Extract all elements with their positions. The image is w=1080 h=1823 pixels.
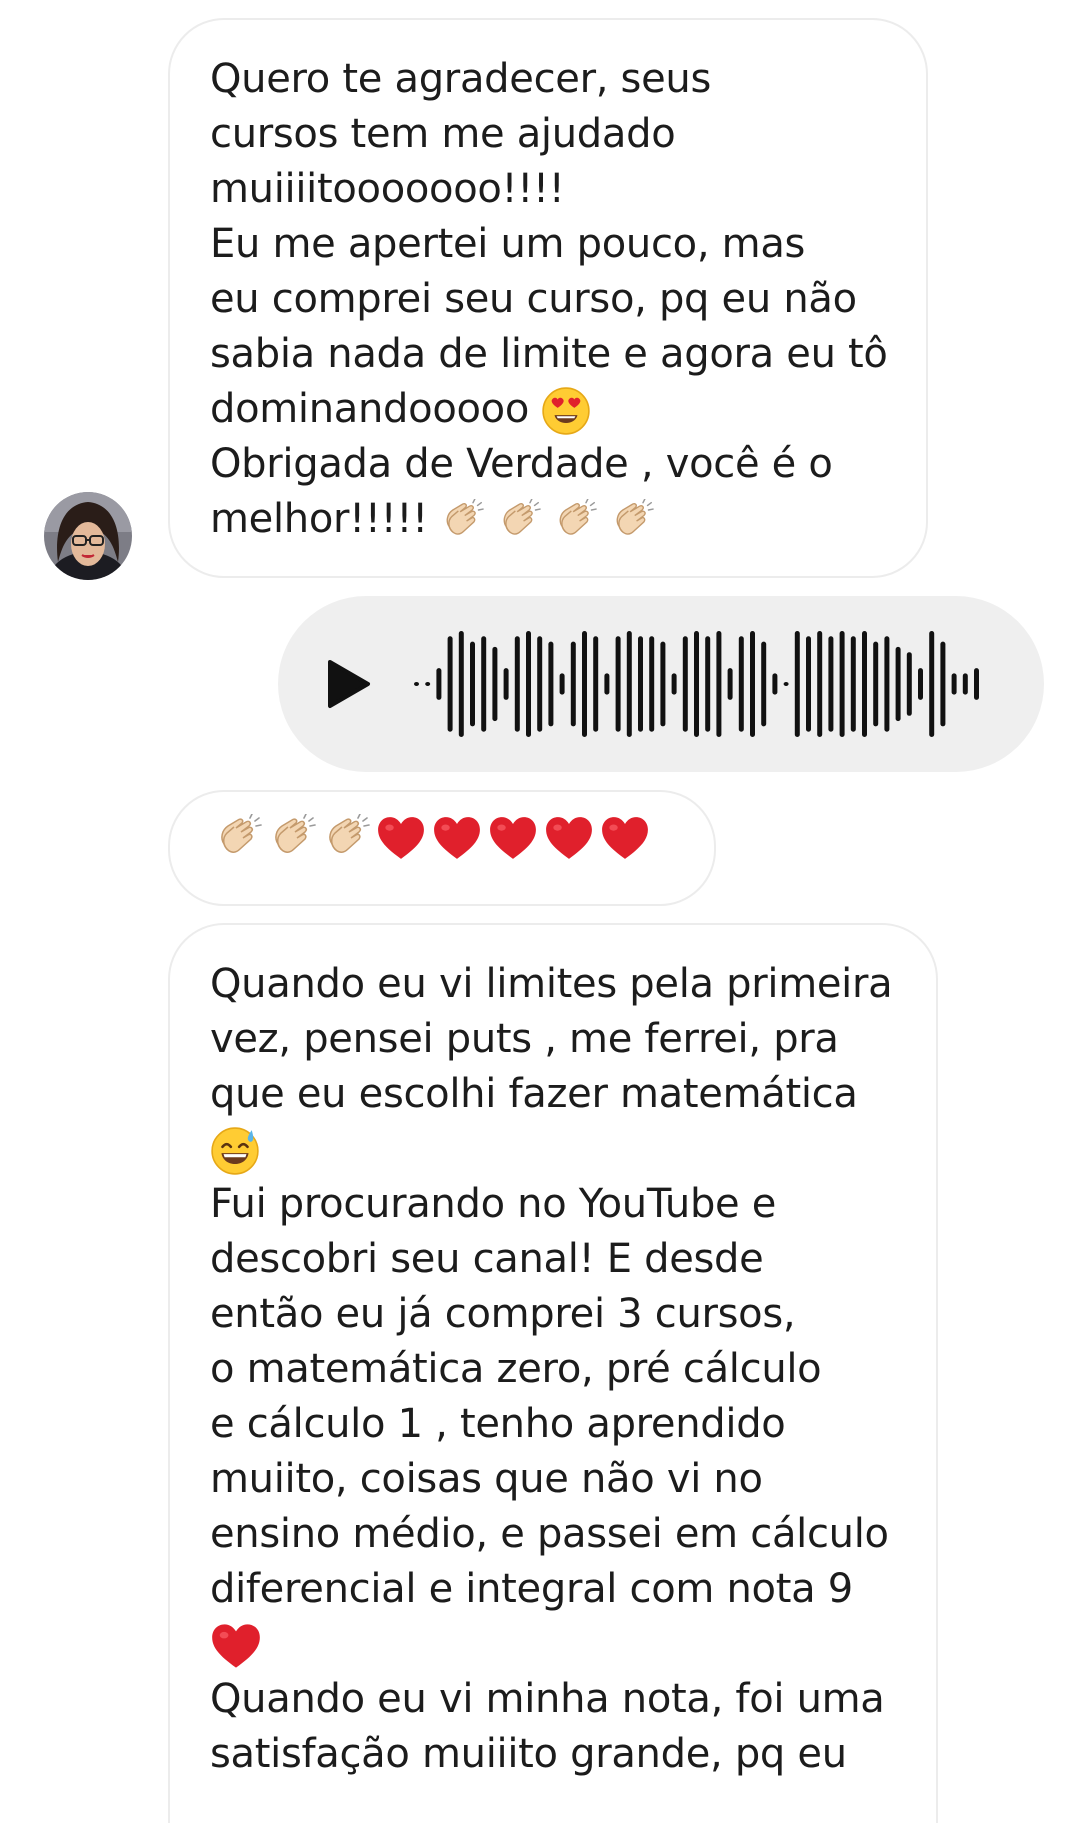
waveform-bar xyxy=(492,646,498,722)
waveform-bar xyxy=(929,631,935,737)
waveform-bar xyxy=(918,668,923,700)
message-text: Quando eu vi limites pela primeira vez, … xyxy=(210,961,893,1777)
waveform-bar xyxy=(559,673,565,695)
waveform-bar xyxy=(615,636,621,732)
waveform-bar xyxy=(604,673,610,695)
waveform-bar xyxy=(884,636,890,732)
waveform-bar xyxy=(470,641,475,727)
red-heart-icon xyxy=(600,815,650,861)
clapping-hands-icon xyxy=(553,499,597,543)
message-text: Quero te agradecer, seus cursos tem me a… xyxy=(210,56,888,543)
waveform-bar xyxy=(862,631,867,737)
clapping-hands-icon xyxy=(440,499,484,543)
emoji-row xyxy=(214,814,714,862)
waveform-bar xyxy=(839,631,845,737)
red-heart-icon xyxy=(544,815,594,861)
waveform-bar xyxy=(817,631,823,737)
clapping-hands-icon xyxy=(497,499,541,543)
waveform-bar xyxy=(940,641,946,727)
waveform-bar xyxy=(783,682,789,686)
clapping-hands-icon xyxy=(610,499,654,543)
waveform-bar xyxy=(548,641,554,727)
waveform-bar xyxy=(750,631,755,737)
waveform-bar xyxy=(682,636,688,732)
incoming-message-bubble[interactable] xyxy=(168,790,716,906)
waveform-bar xyxy=(526,631,531,737)
waveform-bar xyxy=(660,641,666,727)
waveform-bar xyxy=(458,631,464,737)
waveform-bar xyxy=(514,636,520,732)
incoming-message-bubble[interactable]: Quero te agradecer, seus cursos tem me a… xyxy=(168,18,928,578)
audio-waveform[interactable] xyxy=(408,626,1008,742)
red-heart-icon xyxy=(432,815,482,861)
waveform-bar xyxy=(761,641,767,727)
waveform-bar xyxy=(425,682,431,686)
waveform-bar xyxy=(850,636,856,732)
waveform-bar xyxy=(649,636,655,732)
waveform-bar xyxy=(974,668,979,700)
waveform-bar xyxy=(873,641,879,727)
waveform-bar xyxy=(951,673,957,695)
waveform-bar xyxy=(906,652,912,716)
waveform-bar xyxy=(638,636,643,732)
waveform-bar xyxy=(772,673,778,695)
waveform-bar xyxy=(694,631,699,737)
waveform-bar xyxy=(582,631,587,737)
waveform-bar xyxy=(671,673,677,695)
waveform-bar xyxy=(503,668,509,700)
red-heart-icon xyxy=(488,815,538,861)
clapping-hands-icon xyxy=(322,814,370,862)
heart-eyes-icon xyxy=(541,386,591,436)
waveform-bar xyxy=(705,636,711,732)
clapping-hands-icon xyxy=(214,814,262,862)
waveform-bar xyxy=(716,631,722,737)
waveform-bar xyxy=(570,641,576,727)
waveform-bar xyxy=(962,673,968,695)
waveform-bar xyxy=(436,668,442,700)
waveform-bar xyxy=(828,636,834,732)
waveform-bar xyxy=(481,636,487,732)
red-heart-icon xyxy=(210,1622,262,1670)
waveform-bar xyxy=(626,631,632,737)
waveform-bar xyxy=(414,682,419,686)
waveform-bar xyxy=(738,636,744,732)
red-heart-icon xyxy=(376,815,426,861)
waveform-bar xyxy=(447,636,453,732)
sender-avatar[interactable] xyxy=(44,492,132,580)
waveform-bar xyxy=(895,646,901,722)
waveform-bar xyxy=(727,668,733,700)
incoming-message-bubble[interactable]: Quando eu vi limites pela primeira vez, … xyxy=(168,923,938,1823)
waveform-bar xyxy=(537,636,543,732)
waveform-bar xyxy=(593,636,599,732)
grinning-sweat-icon xyxy=(210,1126,260,1176)
clapping-hands-icon xyxy=(268,814,316,862)
waveform-bar xyxy=(794,631,800,737)
waveform-bar xyxy=(806,636,811,732)
voice-message-bubble[interactable] xyxy=(278,596,1044,772)
play-icon[interactable] xyxy=(326,658,372,710)
